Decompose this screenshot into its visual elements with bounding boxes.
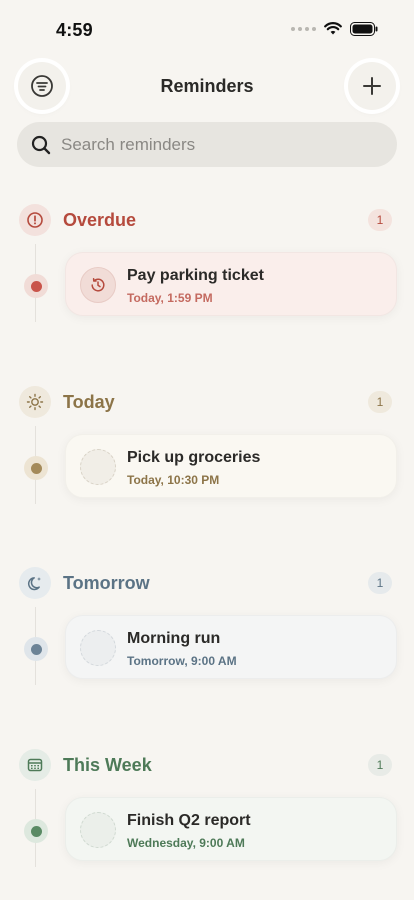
section-today: Today 1 Pick up groceries Today, 10:30 P… — [0, 386, 414, 566]
cellular-signal-icon — [291, 27, 316, 31]
battery-icon — [350, 22, 378, 36]
complete-toggle[interactable] — [80, 267, 116, 303]
search-icon — [31, 135, 51, 154]
moon-icon — [19, 567, 51, 599]
history-icon — [91, 278, 105, 292]
reminder-title: Finish Q2 report — [127, 812, 251, 829]
count-badge: 1 — [368, 209, 392, 231]
add-reminder-button[interactable] — [348, 62, 396, 110]
section-tomorrow: Tomorrow 1 Morning run Tomorrow, 9:00 AM — [0, 567, 414, 747]
complete-toggle[interactable] — [80, 449, 116, 485]
reminder-time: Tomorrow, 9:00 AM — [127, 654, 237, 668]
timeline-dot — [24, 274, 48, 298]
reminder-title: Pay parking ticket — [127, 267, 264, 284]
section-title: Today — [63, 392, 115, 412]
count-badge: 1 — [368, 572, 392, 594]
count-badge: 1 — [368, 754, 392, 776]
plus-icon — [363, 77, 381, 95]
calendar-icon — [19, 749, 51, 781]
count-badge: 1 — [368, 391, 392, 413]
reminder-time: Today, 10:30 PM — [127, 473, 220, 487]
complete-toggle[interactable] — [80, 630, 116, 666]
reminder-time: Today, 1:59 PM — [127, 291, 213, 305]
timeline-dot — [24, 637, 48, 661]
reminder-card[interactable]: Pick up groceries Today, 10:30 PM — [65, 434, 397, 498]
section-title: This Week — [63, 755, 152, 775]
sun-icon — [19, 386, 51, 418]
wifi-icon — [324, 22, 342, 35]
status-bar: 4:59 — [0, 0, 414, 60]
status-icons — [291, 22, 378, 36]
section-title: Tomorrow — [63, 573, 150, 593]
search-placeholder: Search reminders — [61, 134, 196, 154]
section-overdue: Overdue 1 Pay parking ticket Today, 1:59… — [0, 204, 414, 384]
reminder-title: Pick up groceries — [127, 449, 261, 466]
reminder-title: Morning run — [127, 630, 221, 647]
reminder-card[interactable]: Morning run Tomorrow, 9:00 AM — [65, 615, 397, 679]
complete-toggle[interactable] — [80, 812, 116, 848]
timeline-dot — [24, 819, 48, 843]
timeline-dot — [24, 456, 48, 480]
search-input[interactable]: Search reminders — [17, 122, 397, 167]
reminder-card[interactable]: Pay parking ticket Today, 1:59 PM — [65, 252, 397, 316]
section-this-week: This Week 1 Finish Q2 report Wednesday, … — [0, 749, 414, 900]
reminder-time: Wednesday, 9:00 AM — [127, 836, 245, 850]
section-title: Overdue — [63, 210, 137, 230]
alert-circle-icon — [19, 204, 51, 236]
reminder-card[interactable]: Finish Q2 report Wednesday, 9:00 AM — [65, 797, 397, 861]
status-time: 4:59 — [56, 20, 93, 40]
